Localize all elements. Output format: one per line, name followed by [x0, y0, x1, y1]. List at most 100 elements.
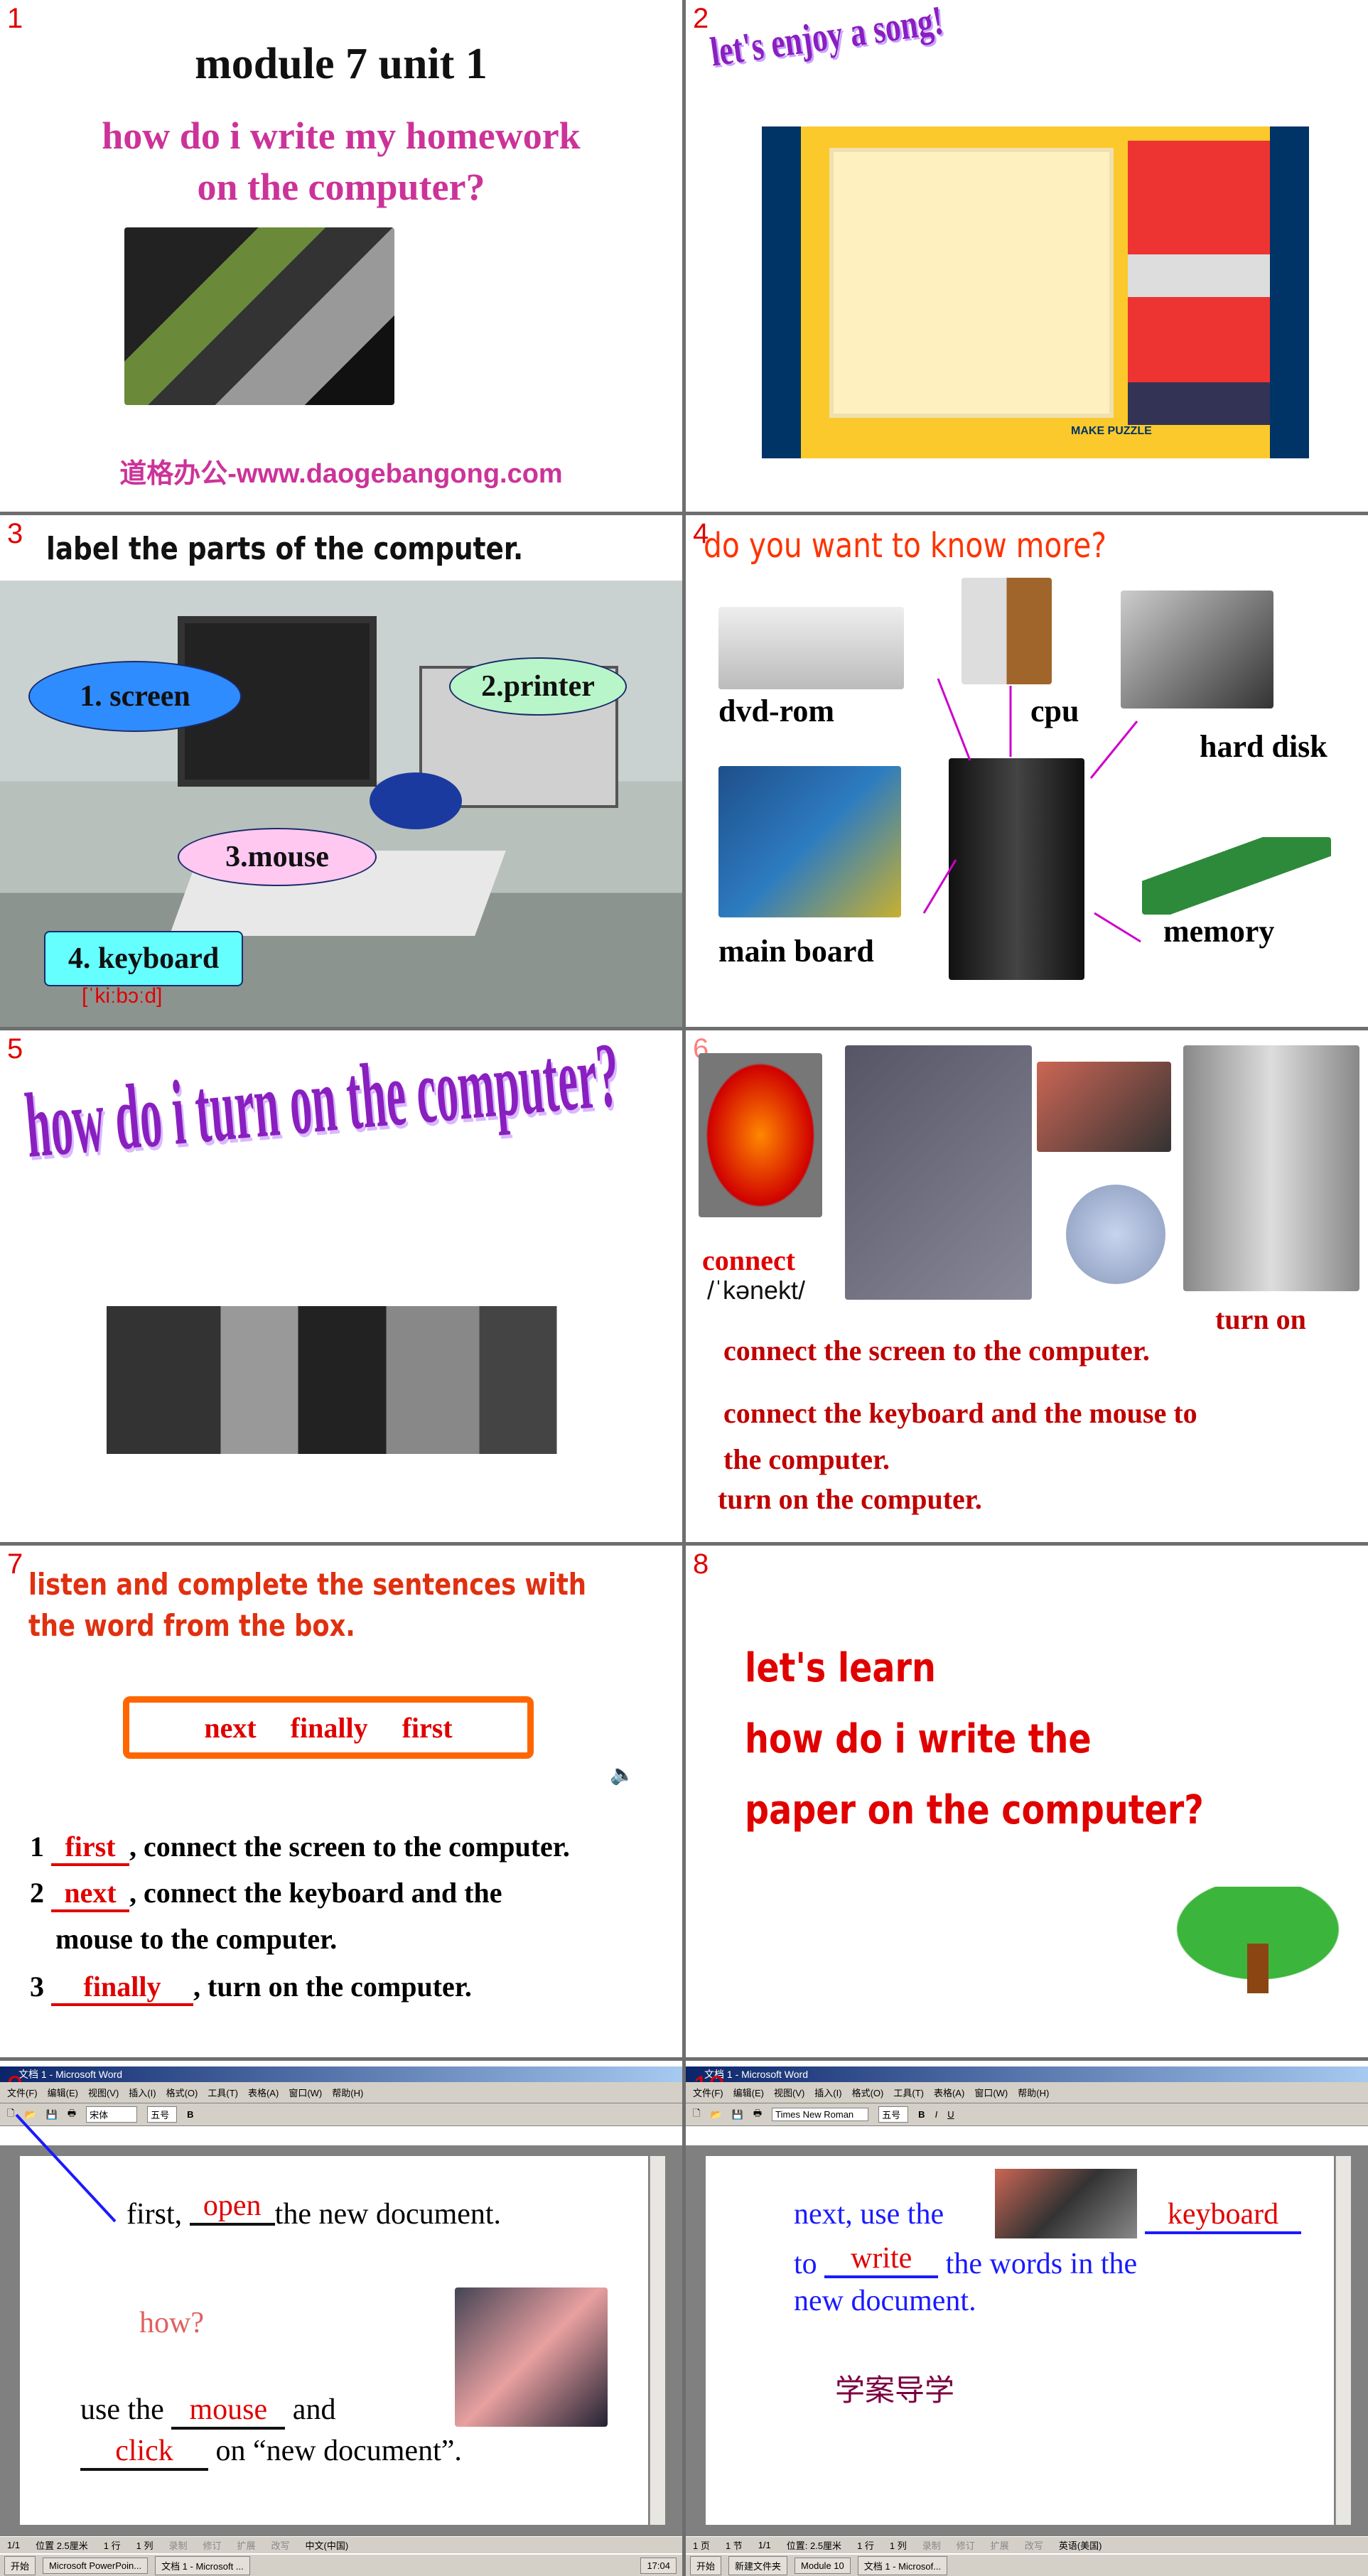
vertical-scrollbar[interactable]	[650, 2156, 665, 2525]
slide-7[interactable]: 7 listen and complete the sentences with…	[0, 1546, 682, 2057]
answer-blank[interactable]: first	[51, 1830, 129, 1866]
slide-line: paper on the computer?	[745, 1787, 1204, 1833]
window-title: 文档 1 - Microsoft Word	[686, 2066, 1368, 2082]
status-item: 修订	[203, 2540, 222, 2551]
status-item: 修订	[956, 2540, 975, 2551]
speaker-icon[interactable]: 🔈	[610, 1762, 635, 1787]
document-page[interactable]: next, use the keyboard to write the word…	[706, 2156, 1334, 2525]
status-item: 中文(中国)	[305, 2540, 349, 2551]
status-bar: 1/1 位置 2.5厘米 1 行 1 列 录制 修订 扩展 改写 中文(中国)	[0, 2536, 682, 2553]
sentence: connect the keyboard and the mouse to	[723, 1397, 1197, 1429]
menu-item[interactable]: 窗口(W)	[974, 2086, 1008, 2099]
menu-item[interactable]: 表格(A)	[248, 2086, 279, 2099]
taskbar-item[interactable]: 文档 1 - Microsoft ...	[155, 2555, 250, 2575]
bold-button[interactable]: B	[918, 2109, 925, 2120]
menu-item[interactable]: 编辑(E)	[733, 2086, 764, 2099]
status-item: 位置: 2.5厘米	[786, 2540, 842, 2551]
menu-bar: 文件(F) 编辑(E) 视图(V) 插入(I) 格式(O) 工具(T) 表格(A) 窗口(W)…	[686, 2082, 1368, 2103]
text: use the	[80, 2393, 164, 2426]
status-item: 录制	[922, 2540, 941, 2551]
status-item: 改写	[271, 2540, 290, 2551]
sentence: connect the screen to the computer.	[723, 1335, 1150, 1367]
status-item: 扩展	[990, 2540, 1009, 2551]
print-icon[interactable]: 🖶	[753, 2107, 762, 2123]
status-item: 英语(美国)	[1058, 2540, 1102, 2551]
tree-trunk	[1247, 1944, 1269, 1993]
ruler[interactable]	[686, 2126, 1368, 2146]
answer-blank[interactable]: finally	[51, 1970, 193, 2006]
word-box: next finally first	[123, 1696, 534, 1759]
size-select[interactable]: 五号	[878, 2106, 909, 2123]
tree-image	[1155, 1887, 1361, 1993]
slide-number: 7	[7, 1548, 23, 1580]
status-item: 1 行	[857, 2540, 874, 2551]
document-page[interactable]: first, open the new document. how? use th…	[15, 2113, 648, 2525]
item-text: , turn on the computer.	[193, 1971, 472, 2003]
slide-title: listen and complete the sentences with	[28, 1567, 587, 1602]
menu-item[interactable]: 帮助(H)	[332, 2086, 363, 2099]
vertical-scrollbar[interactable]	[1335, 2156, 1351, 2525]
vocab-phonetic: /ˈkənekt/	[707, 1276, 806, 1305]
doc-line: use the mouse and	[80, 2393, 335, 2430]
doc-line: click on “new document”.	[80, 2434, 462, 2471]
taskbar-item[interactable]: 文档 1 - Microsof...	[857, 2555, 948, 2575]
answer-blank[interactable]: write	[824, 2241, 939, 2278]
connector-arrows	[922, 678, 1141, 943]
start-button[interactable]: 开始	[4, 2555, 36, 2575]
taskbar-item[interactable]: Microsoft PowerPoin...	[43, 2557, 149, 2574]
text: next, use the	[794, 2198, 944, 2231]
sentence: the computer.	[723, 1443, 890, 1475]
slide-5[interactable]: 5 how do i turn on the computer?	[0, 1030, 682, 1542]
menu-item[interactable]: 格式(O)	[852, 2086, 884, 2099]
answer-blank[interactable]: mouse	[171, 2393, 286, 2430]
italic-button[interactable]: I	[935, 2109, 938, 2120]
open-icon[interactable]: 📂	[710, 2109, 721, 2120]
text: to	[794, 2248, 817, 2280]
slide-4[interactable]: 4 do you want to know more? dvd-rom cpu …	[686, 515, 1368, 1027]
slide-9-word-window[interactable]: 文档 1 - Microsoft Word 9 文件(F)编辑(E)视图(V)插…	[0, 2061, 682, 2576]
slide-10-word-window[interactable]: 文档 1 - Microsoft Word 10 文件(F)编辑(E)视图(V)…	[686, 2061, 1368, 2576]
font-select[interactable]: Times New Roman	[772, 2108, 869, 2121]
hand-mouse-photo	[455, 2287, 608, 2427]
menu-item[interactable]: 帮助(H)	[1018, 2086, 1049, 2099]
exercise-item: 3 finally, turn on the computer.	[30, 1970, 472, 2006]
underline-button[interactable]: U	[947, 2109, 954, 2120]
slide-number: 5	[7, 1033, 23, 1065]
taskbar-item[interactable]: Module 10	[795, 2557, 851, 2574]
doc-line: new document.	[794, 2285, 976, 2317]
computers-image	[65, 1306, 583, 1454]
menu-item[interactable]: 文件(F)	[693, 2086, 723, 2099]
answer-blank[interactable]: next	[51, 1876, 129, 1912]
new-document-icon[interactable]: 🗋	[693, 2107, 700, 2123]
slide-1[interactable]: 1 module 7 unit 1 how do i write my home…	[0, 0, 682, 512]
box-word: next	[204, 1711, 257, 1744]
slide-subtitle: how do i write my homework	[102, 114, 581, 157]
start-button[interactable]: 开始	[690, 2555, 722, 2575]
item-text: , connect the screen to the computer.	[129, 1831, 570, 1863]
slide-3[interactable]: 3 label the parts of the computer. 1. sc…	[0, 515, 682, 1027]
menu-item[interactable]: 表格(A)	[934, 2086, 964, 2099]
status-item: 1 页	[693, 2540, 710, 2551]
slide-line: how do i write the	[745, 1716, 1092, 1762]
menu-item[interactable]: 窗口(W)	[289, 2086, 322, 2099]
taskbar-item[interactable]: 新建文件夹	[728, 2555, 788, 2575]
status-item: 录制	[168, 2540, 188, 2551]
menu-item[interactable]: 工具(T)	[893, 2086, 924, 2099]
slide-2[interactable]: 2 let's enjoy a song! MAKE PUZZLE	[686, 0, 1368, 512]
text: the new document.	[274, 2198, 502, 2231]
answer-blank[interactable]: open	[189, 2189, 275, 2226]
label-screen: 1. screen	[28, 661, 242, 732]
status-item: 1 列	[136, 2540, 154, 2551]
slide-6[interactable]: 6 connect /ˈkənekt/ turn on connect the …	[686, 1030, 1368, 1542]
puzzle-caption: MAKE PUZZLE	[1071, 425, 1152, 437]
menu-item[interactable]: 插入(I)	[814, 2086, 841, 2099]
item-number: 2	[30, 1877, 44, 1909]
toolbar: 🗋 📂 💾 🖶 Times New Roman 五号 BIU	[686, 2103, 1368, 2126]
slide-8[interactable]: 8 let's learn how do i write the paper o…	[686, 1546, 1368, 2057]
answer-blank[interactable]: keyboard	[1145, 2197, 1301, 2234]
answer-blank[interactable]: click	[80, 2434, 208, 2471]
status-item: 1/1	[7, 2540, 21, 2550]
menu-item[interactable]: 视图(V)	[774, 2086, 804, 2099]
save-icon[interactable]: 💾	[732, 2109, 743, 2120]
puzzle-video[interactable]: MAKE PUZZLE	[762, 126, 1309, 458]
